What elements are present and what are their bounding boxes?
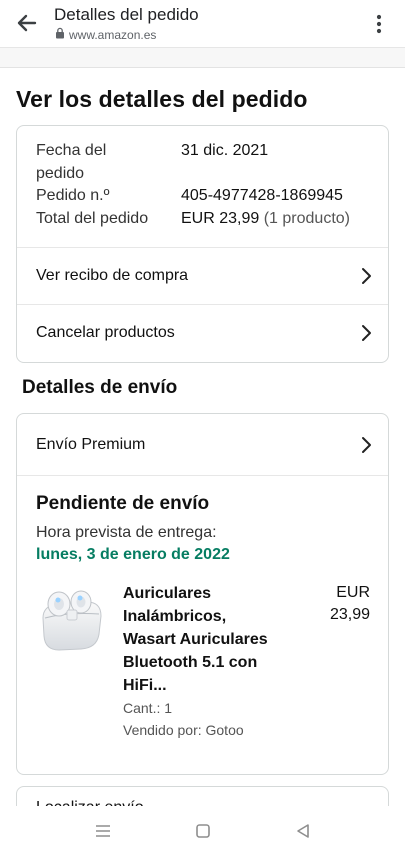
order-total-label: Total del pedido xyxy=(36,209,149,227)
product-image[interactable] xyxy=(37,584,105,654)
product-title-link[interactable]: Auriculares Inalámbricos, Wasart Auricul… xyxy=(123,582,298,697)
view-receipt-label: Ver recibo de compra xyxy=(36,267,189,284)
page-content: Ver los detalles del pedido Fecha del ped… xyxy=(0,68,405,823)
home-icon[interactable] xyxy=(190,818,216,844)
lock-icon xyxy=(55,27,65,42)
order-summary-card: Fecha del pedido 31 dic. 2021 Pedido n.º 40… xyxy=(16,125,389,363)
url-text: www.amazon.es xyxy=(69,27,157,42)
chevron-right-icon xyxy=(362,436,371,453)
order-date-row: Fecha del pedido 31 dic. 2021 xyxy=(36,140,376,185)
order-total-value: EUR 23,99 (1 producto) xyxy=(181,209,350,227)
browser-toolbar: Detalles del pedido www.amazon.es xyxy=(0,0,405,48)
shipping-method-label: Envío Premium xyxy=(36,435,146,453)
view-receipt-link[interactable]: Ver recibo de compra xyxy=(17,247,388,304)
delivery-estimate-label: Hora prevista de entrega: xyxy=(36,524,217,541)
kebab-menu-icon[interactable] xyxy=(371,12,387,36)
shipping-heading: Detalles de envío xyxy=(22,377,178,398)
url-bar[interactable]: www.amazon.es xyxy=(55,27,156,42)
order-date-value: 31 dic. 2021 xyxy=(181,142,269,159)
product-price: EUR 23,99 xyxy=(329,584,370,623)
product-quantity: Cant.: 1 xyxy=(123,700,173,716)
system-nav-bar xyxy=(0,806,405,855)
order-number-row: Pedido n.º 405-4977428-1869945 xyxy=(36,185,376,208)
order-date-label: Fecha del pedido xyxy=(36,142,107,182)
back-triangle-icon[interactable] xyxy=(290,818,316,844)
scrolled-content-edge xyxy=(0,48,405,68)
order-number-value: 405-4977428-1869945 xyxy=(181,187,343,204)
order-summary: Fecha del pedido 31 dic. 2021 Pedido n.º 40… xyxy=(36,140,376,230)
chevron-right-icon xyxy=(362,325,371,341)
page-title: Ver los detalles del pedido xyxy=(16,86,308,112)
cancel-products-link[interactable]: Cancelar productos xyxy=(17,304,388,361)
product-seller: Vendido por: Gotoo xyxy=(123,722,244,738)
back-arrow-icon[interactable] xyxy=(12,9,42,37)
cancel-products-label: Cancelar productos xyxy=(36,324,175,341)
order-item-count: (1 producto) xyxy=(263,209,350,227)
shipment-status: Pendiente de envío xyxy=(36,493,210,514)
shipment-card: Envío Premium Pendiente de envío Hora pr… xyxy=(16,413,389,775)
order-total-row: Total del pedido EUR 23,99 (1 producto) xyxy=(36,208,376,231)
delivery-estimate-date: lunes, 3 de enero de 2022 xyxy=(36,546,230,563)
browser-page-title: Detalles del pedido xyxy=(54,5,199,24)
chevron-right-icon xyxy=(362,268,371,284)
shipping-method-link[interactable]: Envío Premium xyxy=(17,414,388,476)
order-number-label: Pedido n.º xyxy=(36,187,110,204)
recent-apps-icon[interactable] xyxy=(90,818,116,844)
